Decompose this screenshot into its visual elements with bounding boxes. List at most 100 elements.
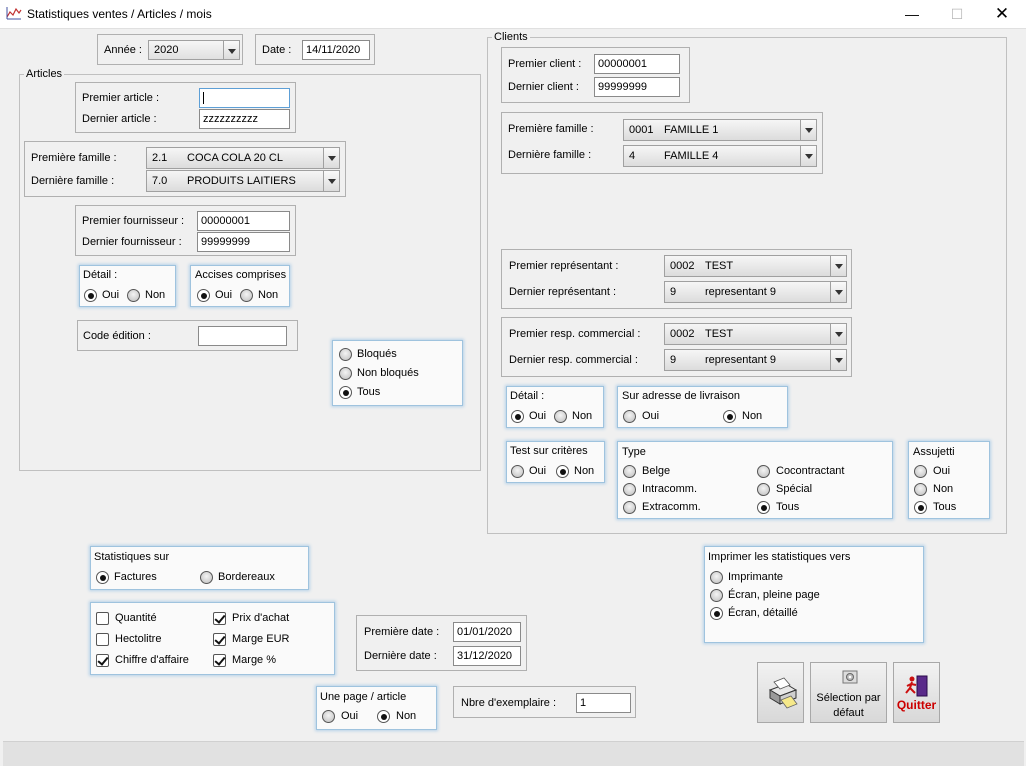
date-range-box: Première date : 01/01/2020 Dernière date… <box>356 615 527 671</box>
type-title: Type <box>622 446 646 458</box>
dernier-fournisseur-label: Dernier fournisseur : <box>82 236 182 248</box>
une-page-oui-radio[interactable] <box>322 710 335 723</box>
type-cocontractant-radio[interactable] <box>757 465 770 478</box>
bordereaux-radio[interactable] <box>200 571 213 584</box>
premier-article-field[interactable] <box>199 88 290 108</box>
test-criteres-panel: Test sur critères Oui Non <box>506 441 605 483</box>
chevron-down-icon[interactable] <box>830 256 846 276</box>
chevron-down-icon[interactable] <box>800 120 816 140</box>
premier-rep-select[interactable]: 0002 TEST <box>664 255 847 277</box>
une-page-non-radio[interactable] <box>377 710 390 723</box>
imprimer-panel: Imprimer les statistiques vers Imprimant… <box>704 546 924 643</box>
bloques-radio[interactable] <box>339 348 352 361</box>
tous-radio[interactable] <box>339 386 352 399</box>
non-bloques-radio[interactable] <box>339 367 352 380</box>
assujetti-panel: Assujetti Oui Non Tous <box>908 441 990 519</box>
premier-fournisseur-field[interactable]: 00000001 <box>197 211 290 231</box>
close-icon[interactable]: ✕ <box>979 0 1025 29</box>
chevron-down-icon[interactable] <box>223 41 239 59</box>
dernier-article-field[interactable]: zzzzzzzzzz <box>199 109 290 129</box>
client-premiere-famille-select[interactable]: 0001 FAMILLE 1 <box>623 119 817 141</box>
printer-icon <box>768 677 798 709</box>
type-extracomm-radio[interactable] <box>623 501 636 514</box>
chevron-down-icon[interactable] <box>830 324 846 344</box>
article-famille-box: Première famille : 2.1 COCA COLA 20 CL D… <box>24 141 346 197</box>
minimize-icon[interactable]: — <box>889 0 935 29</box>
print-button[interactable] <box>757 662 804 723</box>
resp-commercial-box: Premier resp. commercial : 0002 TEST Der… <box>501 317 852 377</box>
livraison-oui-radio[interactable] <box>623 410 636 423</box>
factures-radio[interactable] <box>96 571 109 584</box>
test-oui-radio[interactable] <box>511 465 524 478</box>
exemplaires-field[interactable]: 1 <box>576 693 631 713</box>
accises-title: Accises comprises <box>195 269 287 281</box>
date-label: Date : <box>262 44 292 56</box>
running-man-icon <box>905 675 928 697</box>
article-range-box: Premier article : Dernier article : zzzz… <box>75 82 296 133</box>
livraison-title: Sur adresse de livraison <box>622 390 741 402</box>
premiere-date-label: Première date : <box>364 626 440 638</box>
quitter-button[interactable]: Quitter <box>893 662 940 723</box>
annee-select[interactable]: 2020 <box>148 40 240 60</box>
type-tous-radio[interactable] <box>757 501 770 514</box>
selection-label-2: défaut <box>833 707 864 719</box>
dernier-client-field[interactable]: 99999999 <box>594 77 680 97</box>
accises-non-radio[interactable] <box>240 289 253 302</box>
hectolitre-checkbox[interactable] <box>96 633 109 646</box>
code-edition-field[interactable] <box>198 326 287 346</box>
premier-client-field[interactable]: 00000001 <box>594 54 680 74</box>
chevron-down-icon[interactable] <box>830 350 846 370</box>
premiere-date-field[interactable]: 01/01/2020 <box>453 622 521 642</box>
assujetti-non-radio[interactable] <box>914 483 927 496</box>
premier-client-label: Premier client : <box>508 58 582 70</box>
derniere-date-field[interactable]: 31/12/2020 <box>453 646 521 666</box>
test-non-radio[interactable] <box>556 465 569 478</box>
derniere-date-label: Dernière date : <box>364 650 437 662</box>
dernier-fournisseur-field[interactable]: 99999999 <box>197 232 290 252</box>
chiffre-affaire-checkbox[interactable] <box>96 654 109 667</box>
selection-defaut-button[interactable]: Sélection par défaut <box>810 662 887 723</box>
derniere-famille-select[interactable]: 7.0 PRODUITS LAITIERS <box>146 170 340 192</box>
type-intracomm-radio[interactable] <box>623 483 636 496</box>
date-field[interactable]: 14/11/2020 <box>302 40 370 60</box>
maximize-icon[interactable]: ☐ <box>934 0 980 29</box>
une-page-panel: Une page / article Oui Non <box>316 686 437 730</box>
clients-detail-oui-radio[interactable] <box>511 410 524 423</box>
livraison-non-radio[interactable] <box>723 410 736 423</box>
chevron-down-icon[interactable] <box>800 146 816 166</box>
premiere-famille-select[interactable]: 2.1 COCA COLA 20 CL <box>146 147 340 169</box>
blocage-panel: Bloqués Non bloqués Tous <box>332 340 463 406</box>
articles-detail-panel: Détail : Oui Non <box>79 265 176 307</box>
ecran-detaille-radio[interactable] <box>710 607 723 620</box>
livraison-panel: Sur adresse de livraison Oui Non <box>617 386 788 428</box>
type-special-radio[interactable] <box>757 483 770 496</box>
date-box: Date : 14/11/2020 <box>255 34 375 65</box>
client-premiere-famille-label: Première famille : <box>508 123 594 135</box>
accises-oui-radio[interactable] <box>197 289 210 302</box>
test-criteres-title: Test sur critères <box>510 445 588 457</box>
ecran-pleine-page-radio[interactable] <box>710 589 723 602</box>
imprimante-radio[interactable] <box>710 571 723 584</box>
dernier-resp-select[interactable]: 9 representant 9 <box>664 349 847 371</box>
assujetti-tous-radio[interactable] <box>914 501 927 514</box>
premier-resp-select[interactable]: 0002 TEST <box>664 323 847 345</box>
colonnes-panel: Quantité Hectolitre Chiffre d'affaire Pr… <box>90 602 335 675</box>
type-belge-radio[interactable] <box>623 465 636 478</box>
chevron-down-icon[interactable] <box>830 282 846 302</box>
statistiques-sur-panel: Statistiques sur Factures Bordereaux <box>90 546 309 590</box>
chevron-down-icon[interactable] <box>323 148 339 168</box>
client-derniere-famille-select[interactable]: 4 FAMILLE 4 <box>623 145 817 167</box>
detail-non-radio[interactable] <box>127 289 140 302</box>
assujetti-oui-radio[interactable] <box>914 465 927 478</box>
clients-legend: Clients <box>492 31 530 44</box>
clients-detail-non-radio[interactable] <box>554 410 567 423</box>
detail-oui-radio[interactable] <box>84 289 97 302</box>
dernier-rep-select[interactable]: 9 representant 9 <box>664 281 847 303</box>
detail-title: Détail : <box>83 269 118 281</box>
prix-achat-checkbox[interactable] <box>213 612 226 625</box>
exemplaires-label: Nbre d'exemplaire : <box>461 697 557 709</box>
marge-pct-checkbox[interactable] <box>213 654 226 667</box>
marge-eur-checkbox[interactable] <box>213 633 226 646</box>
chevron-down-icon[interactable] <box>323 171 339 191</box>
quantite-checkbox[interactable] <box>96 612 109 625</box>
